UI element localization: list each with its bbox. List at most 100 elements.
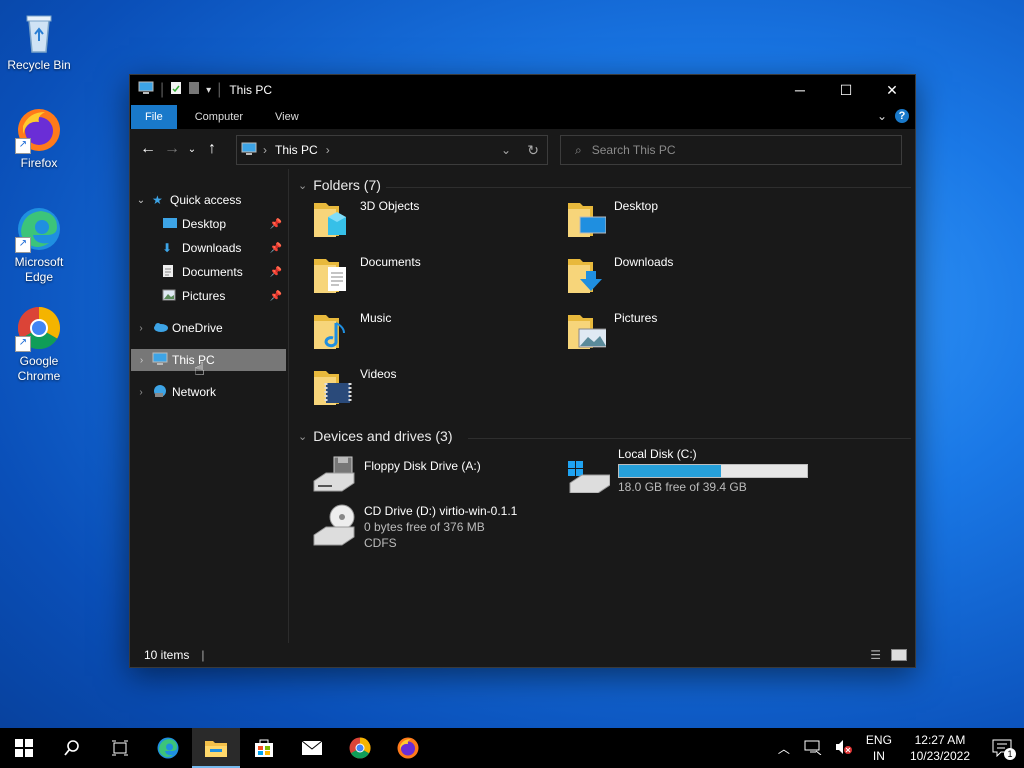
this-pc-icon <box>241 142 257 159</box>
tab-view[interactable]: View <box>261 105 313 129</box>
drive-floppy[interactable]: Floppy Disk Drive (A:) <box>312 453 481 495</box>
nav-pinned-downloads[interactable]: ⬇ Downloads 📌 <box>130 237 286 259</box>
clock-date: 10/23/2022 <box>909 749 970 763</box>
nav-label: Pictures <box>182 289 226 303</box>
address-dropdown-icon[interactable]: ⌄ <box>501 143 511 157</box>
clock[interactable]: 12:27 AM 10/23/2022 <box>910 732 970 764</box>
properties-icon[interactable] <box>170 81 182 100</box>
search-icon[interactable] <box>48 728 96 768</box>
help-icon[interactable]: ? <box>895 109 909 123</box>
expand-chevron-icon[interactable]: › <box>130 323 152 334</box>
details-view-icon[interactable]: ☰ <box>870 648 881 662</box>
chrome-taskbar-icon[interactable] <box>336 728 384 768</box>
nav-label: OneDrive <box>172 321 223 335</box>
forward-button[interactable]: → <box>160 137 184 161</box>
address-bar[interactable]: › This PC › ⌄ ↻ <box>236 135 548 165</box>
input-language[interactable]: ENG IN <box>866 732 892 764</box>
folder-3d-objects[interactable]: 3D Objects <box>312 197 419 239</box>
show-hidden-icons-icon[interactable]: ︿ <box>778 740 790 757</box>
folder-music[interactable]: Music <box>312 309 391 351</box>
folder-downloads[interactable]: Downloads <box>566 253 673 295</box>
navigation-pane: ⌄ ★ Quick access Desktop 📌 ⬇ Downloads 📌… <box>130 169 289 643</box>
drive-local-c[interactable]: Local Disk (C:) 18.0 GB free of 39.4 GB <box>566 447 808 494</box>
folder-icon <box>312 253 352 295</box>
picture-icon <box>162 289 182 304</box>
recycle-bin-label: Recycle Bin <box>7 58 71 72</box>
nav-label: Desktop <box>182 217 227 231</box>
folder-icon <box>566 197 607 239</box>
windows-logo-icon <box>15 739 33 757</box>
nav-this-pc[interactable]: › This PC <box>131 349 286 371</box>
desktop-icon-chrome[interactable]: ↗ Google Chrome <box>4 304 74 384</box>
folder-documents[interactable]: Documents <box>312 253 421 295</box>
floppy-drive-icon <box>312 453 356 495</box>
mail-icon[interactable] <box>288 728 336 768</box>
desktop-icon-edge[interactable]: ↗ Microsoft Edge <box>4 205 74 285</box>
shortcut-arrow-icon: ↗ <box>15 138 31 154</box>
drive-name: CD Drive (D:) virtio-win-0.1.1 <box>364 504 518 518</box>
edge-taskbar-icon[interactable] <box>144 728 192 768</box>
recycle-bin-icon <box>15 8 63 56</box>
recent-locations-button[interactable]: ⌄ <box>184 137 200 161</box>
collapse-chevron-icon[interactable]: ⌄ <box>298 179 307 192</box>
folder-label: 3D Objects <box>360 199 420 213</box>
back-button[interactable]: ← <box>136 137 160 161</box>
document-icon <box>162 264 182 281</box>
search-placeholder: Search This PC <box>591 143 676 157</box>
ribbon: File Computer View ⌄ ? <box>130 105 915 129</box>
folder-icon <box>566 253 606 295</box>
content-pane: ⌄ Folders (7) 3D Objects Desktop Documents… <box>290 169 915 643</box>
drives-group-header[interactable]: ⌄ Devices and drives (3) <box>298 428 453 444</box>
drive-free-space: 18.0 GB free of 39.4 GB <box>618 480 747 494</box>
drive-usage-fill <box>619 465 722 477</box>
close-button[interactable]: ✕ <box>869 75 915 105</box>
tab-computer[interactable]: Computer <box>177 105 261 129</box>
microsoft-store-icon[interactable] <box>240 728 288 768</box>
desktop-icon-recycle-bin[interactable]: Recycle Bin <box>4 8 74 73</box>
drive-usage-bar <box>618 464 808 478</box>
edge-label: Microsoft Edge <box>14 255 64 284</box>
expand-chevron-icon[interactable]: ⌄ <box>130 195 152 206</box>
folder-videos[interactable]: Videos <box>312 365 396 407</box>
firefox-taskbar-icon[interactable] <box>384 728 432 768</box>
notification-count: 1 <box>1004 748 1016 760</box>
up-button[interactable]: ↑ <box>200 137 224 161</box>
minimize-button[interactable]: ─ <box>777 75 823 105</box>
nav-network[interactable]: › Network <box>130 381 286 403</box>
nav-quick-access[interactable]: ⌄ ★ Quick access <box>130 189 286 211</box>
start-button[interactable] <box>0 728 48 768</box>
search-box[interactable]: ⌕ Search This PC <box>560 135 902 165</box>
folder-desktop[interactable]: Desktop <box>566 197 658 239</box>
this-pc-icon <box>152 352 172 369</box>
expand-ribbon-icon[interactable]: ⌄ <box>877 109 887 123</box>
pin-icon: 📌 <box>269 290 282 302</box>
chevron-down-icon[interactable]: ▾ <box>206 85 211 96</box>
expand-chevron-icon[interactable]: › <box>131 355 152 366</box>
drive-cd-d[interactable]: CD Drive (D:) virtio-win-0.1.1 0 bytes f… <box>312 503 517 551</box>
explorer-window: | ▾ | This PC ─ ☐ ✕ File Computer View ⌄… <box>129 74 916 668</box>
large-icons-view-icon[interactable] <box>891 649 907 661</box>
refresh-icon[interactable]: ↻ <box>527 142 539 159</box>
expand-chevron-icon[interactable]: › <box>130 387 152 398</box>
task-view-icon[interactable] <box>96 728 144 768</box>
nav-pinned-desktop[interactable]: Desktop 📌 <box>130 213 286 235</box>
nav-pinned-pictures[interactable]: Pictures 📌 <box>130 285 286 307</box>
breadcrumb-separator-icon[interactable]: › <box>326 143 330 157</box>
breadcrumb-this-pc[interactable]: This PC <box>275 143 318 157</box>
folders-group-header[interactable]: ⌄ Folders (7) <box>298 177 381 193</box>
new-folder-icon[interactable] <box>188 81 200 100</box>
network-status-icon[interactable] <box>804 739 822 758</box>
collapse-chevron-icon[interactable]: ⌄ <box>298 430 307 443</box>
file-explorer-taskbar-icon[interactable] <box>192 728 240 768</box>
notifications-button[interactable]: 1 <box>980 728 1024 768</box>
navigation-bar: ← → ⌄ ↑ › This PC › ⌄ ↻ ⌕ Search This PC <box>130 129 915 169</box>
folder-pictures[interactable]: Pictures <box>566 309 657 351</box>
nav-pinned-documents[interactable]: Documents 📌 <box>130 261 286 283</box>
desktop-icon-firefox[interactable]: ↗ Firefox <box>4 106 74 171</box>
maximize-button[interactable]: ☐ <box>823 75 869 105</box>
volume-muted-icon[interactable] <box>834 739 852 758</box>
window-title: This PC <box>229 83 273 97</box>
star-icon: ★ <box>152 193 163 207</box>
tab-file[interactable]: File <box>131 105 177 129</box>
nav-onedrive[interactable]: › OneDrive <box>130 317 286 339</box>
